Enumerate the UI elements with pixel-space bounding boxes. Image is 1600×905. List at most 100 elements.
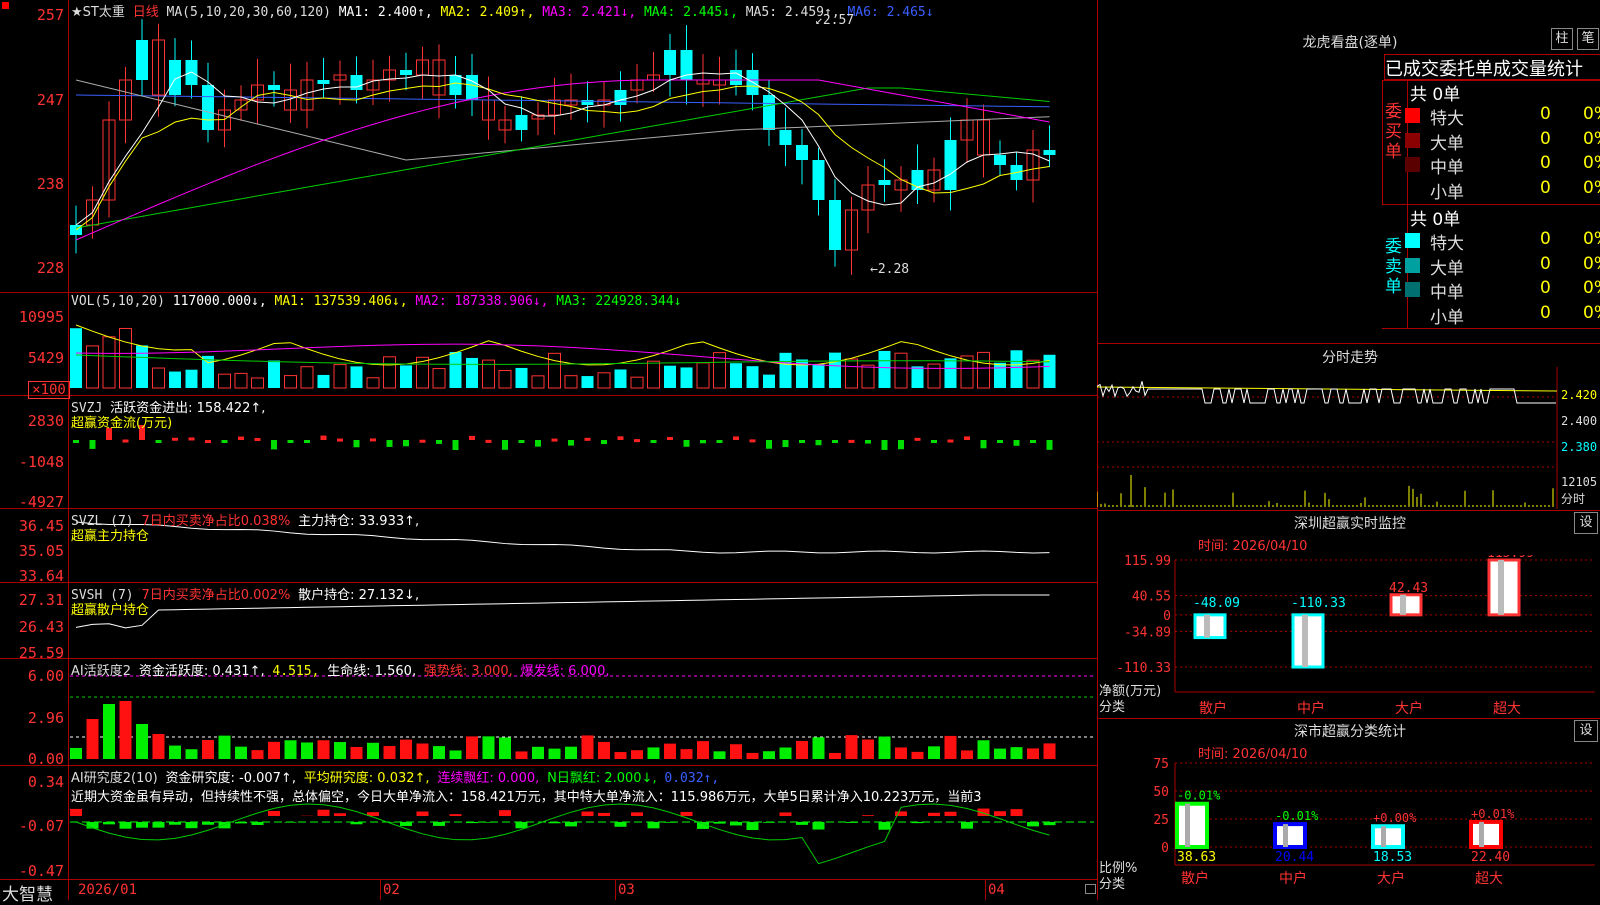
high-mark: ↙2.57 xyxy=(815,13,854,28)
volume-bar-up xyxy=(120,328,132,388)
activity-bar xyxy=(120,701,132,759)
pen-mode-button[interactable]: 笔 xyxy=(1577,28,1599,50)
stat-tick: 0 xyxy=(1161,841,1169,856)
flow-bar-out xyxy=(1030,440,1036,443)
monitor-tick: 0 xyxy=(1163,609,1171,624)
activity-bar xyxy=(285,740,297,759)
flow-bar-in xyxy=(750,439,756,442)
research-bar-down xyxy=(466,822,478,823)
volume-bar-up xyxy=(846,359,858,388)
row-label: 大单 xyxy=(1430,254,1464,279)
lock-icon[interactable] xyxy=(1085,884,1096,894)
activity-bar xyxy=(532,747,544,759)
flow-bar-out xyxy=(73,440,79,443)
research-bar-down xyxy=(549,822,561,823)
volume-bar-down xyxy=(1044,355,1056,388)
intraday-chart[interactable] xyxy=(1097,367,1600,509)
volume-bar-down xyxy=(516,368,528,388)
activity-bar xyxy=(549,749,561,759)
candle-down xyxy=(466,75,478,100)
research-bar-down xyxy=(1027,822,1039,826)
color-swatch-icon xyxy=(1405,233,1420,248)
stat-category-label: 大户 xyxy=(1377,870,1405,887)
research-bar-down xyxy=(169,822,181,825)
research-bar-up xyxy=(582,812,594,816)
date-tick: 03 xyxy=(618,882,635,898)
ma6-value: MA6: 2.465↓ xyxy=(847,5,933,20)
period-label[interactable]: 日线 xyxy=(133,5,159,20)
flow-bar-out xyxy=(288,440,294,443)
volume-bar-up xyxy=(862,365,874,388)
flow-bar-out xyxy=(222,440,228,443)
research-bar-up xyxy=(499,810,511,816)
stat-chart[interactable]: 7550250-0.01%38.63散户-0.01%20.44中户+0.00%1… xyxy=(1097,755,1600,900)
candle-down xyxy=(664,50,676,75)
activity-bar xyxy=(235,747,247,759)
flow-bar-in xyxy=(552,439,558,442)
flow-bar-out xyxy=(568,440,574,446)
sell-side-label: 委卖单 xyxy=(1385,237,1403,297)
stat-bar-shade xyxy=(1283,824,1288,847)
volume-bar-up xyxy=(87,346,99,388)
price-line xyxy=(1097,381,1556,403)
svzj-subtitle: 超赢资金流(万元) xyxy=(71,412,172,431)
activity-bar xyxy=(945,736,957,759)
research-bar-down xyxy=(648,822,660,828)
research-bar-down xyxy=(747,822,759,830)
intraday-tick: 2.420 xyxy=(1561,388,1597,402)
row-value: 0 xyxy=(1540,254,1551,274)
flow-bar-out xyxy=(601,440,607,444)
intraday-tick: 分时 xyxy=(1561,490,1585,507)
flow-bar-out xyxy=(816,440,822,445)
flow-bar-out xyxy=(700,440,706,443)
stock-name[interactable]: ★ST太重 xyxy=(71,5,125,20)
flow-bar-in xyxy=(370,438,376,441)
monitor-settings-button[interactable]: 设 xyxy=(1574,512,1598,534)
activity-bar xyxy=(829,753,841,759)
activity-bar xyxy=(763,751,775,759)
activity-bar xyxy=(70,748,82,759)
volume-bar-up xyxy=(565,376,577,388)
volume-bar-up xyxy=(697,363,709,388)
research-bar-down xyxy=(1044,822,1056,825)
row-percent: 0% xyxy=(1583,153,1600,173)
stat-tick: 50 xyxy=(1153,785,1169,800)
vol-ma3-line xyxy=(76,355,1050,364)
activity-bar xyxy=(846,735,858,759)
stat-settings-button[interactable]: 设 xyxy=(1574,720,1598,742)
research-bar-up xyxy=(268,811,280,816)
research-bar-down xyxy=(961,822,973,829)
flow-bar-out xyxy=(90,440,96,449)
monitor-time: 时间: 2026/04/10 xyxy=(1198,535,1307,554)
research-bar-up xyxy=(994,811,1006,816)
buy-row: 特大00% xyxy=(1405,104,1600,128)
volume-value: 117000.000↓, xyxy=(173,294,267,309)
candle-down xyxy=(318,80,330,84)
volume-ma2: MA2: 187338.906↓, xyxy=(415,294,548,309)
candle-down xyxy=(202,85,214,130)
research-bar-up xyxy=(945,812,957,816)
candle-down xyxy=(516,115,528,130)
monitor-bar-shade xyxy=(1302,615,1308,667)
activity-bar xyxy=(367,743,379,759)
monitor-value-label: 42.43 xyxy=(1389,581,1428,596)
research-bar-down xyxy=(714,822,726,824)
row-percent: 0% xyxy=(1583,129,1600,149)
volume-bar-down xyxy=(70,328,82,388)
volume-bar-down xyxy=(136,345,148,388)
volume-bar-down xyxy=(202,356,214,388)
buy-row: 小单00% xyxy=(1405,178,1600,202)
flow-bar-out xyxy=(453,440,459,450)
monitor-bar-shade xyxy=(1400,595,1406,615)
stat-xlabel: 分类 xyxy=(1099,873,1125,892)
activity-bar xyxy=(879,737,891,759)
kline-chart[interactable] xyxy=(0,0,1097,900)
candle-down xyxy=(615,90,627,105)
activity-bar xyxy=(681,749,693,759)
order-stat-tabs[interactable]: 已成交委托单成交量统计 xyxy=(1384,54,1600,80)
row-value: 0 xyxy=(1540,153,1551,173)
flow-bar-out xyxy=(436,440,442,444)
bar-mode-button[interactable]: 柱 xyxy=(1551,28,1573,50)
monitor-chart[interactable]: 115.9940.550-34.89-110.33-48.09散户-110.33… xyxy=(1097,555,1600,720)
stat-change-label: +0.00% xyxy=(1373,811,1417,825)
